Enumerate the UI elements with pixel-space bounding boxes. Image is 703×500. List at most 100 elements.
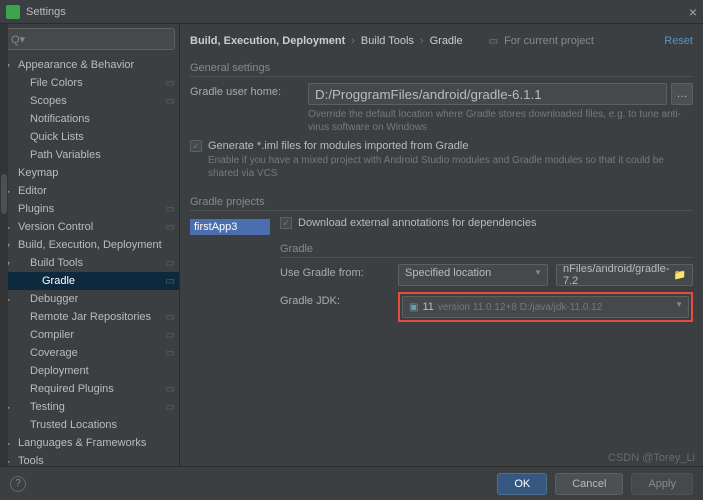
scope-icon: ▭ — [166, 312, 175, 323]
crumb-gradle[interactable]: Gradle — [430, 35, 463, 47]
tree-item-required-plugins[interactable]: Required Plugins ▭ — [0, 380, 179, 398]
sidebar: Q▾ Appearance & BehaviorFile Colors▭Scop… — [0, 24, 180, 476]
tree-item-trusted-locations[interactable]: Trusted Locations — [0, 416, 179, 434]
tree-item-path-variables[interactable]: Path Variables — [0, 146, 179, 164]
close-icon[interactable]: × — [689, 4, 697, 20]
download-annotations-label: Download external annotations for depend… — [298, 217, 537, 229]
search-input[interactable]: Q▾ — [4, 28, 175, 50]
project-item[interactable]: firstApp3 — [190, 219, 270, 235]
reset-link[interactable]: Reset — [664, 35, 693, 47]
tree-item-label: Required Plugins — [30, 383, 114, 395]
scope-label: For current project — [504, 35, 594, 47]
chevron-right-icon: › — [420, 35, 424, 47]
chevron-down-icon: ▼ — [534, 268, 542, 277]
outer-scrollbar[interactable] — [0, 24, 8, 500]
tree-item-appearance-behavior[interactable]: Appearance & Behavior — [0, 56, 179, 74]
iml-help-text: Enable if you have a mixed project with … — [208, 154, 693, 180]
scope-icon: ▭ — [166, 222, 175, 233]
jdk-label: Gradle JDK: — [280, 292, 390, 307]
tree-item-build-tools[interactable]: Build Tools ▭ — [0, 254, 179, 272]
tree-item-testing[interactable]: Testing▭ — [0, 398, 179, 416]
tree-item-label: File Colors — [30, 77, 83, 89]
tree-item-label: Testing — [30, 401, 65, 413]
tree-item-compiler[interactable]: Compiler ▭ — [0, 326, 179, 344]
tree-item-gradle[interactable]: Gradle ▭ — [0, 272, 179, 290]
tree-item-version-control[interactable]: Version Control ▭ — [0, 218, 179, 236]
tree-item-label: Keymap — [18, 167, 58, 179]
scope-icon: ▭ — [166, 258, 175, 269]
sdk-icon: ▣ — [409, 302, 418, 313]
tree-item-label: Coverage — [30, 347, 78, 359]
projects-list[interactable]: firstApp3 — [190, 217, 270, 328]
window-title: Settings — [26, 6, 66, 18]
tree-item-debugger[interactable]: Debugger — [0, 290, 179, 308]
scope-icon: ▭ — [166, 384, 175, 395]
tree-item-languages-frameworks[interactable]: Languages & Frameworks — [0, 434, 179, 452]
app-icon — [6, 5, 20, 19]
tree-item-deployment[interactable]: Deployment — [0, 362, 179, 380]
projects-section-title: Gradle projects — [190, 196, 693, 211]
tree-item-scopes[interactable]: Scopes▭ — [0, 92, 179, 110]
tree-item-remote-jar-repositories[interactable]: Remote Jar Repositories ▭ — [0, 308, 179, 326]
tree-item-plugins[interactable]: Plugins▭ — [0, 200, 179, 218]
footer: ? OK Cancel Apply — [0, 466, 703, 500]
tree-item-label: Build Tools — [30, 257, 83, 269]
scope-icon: ▭ — [166, 276, 175, 287]
project-icon: ▭ — [489, 36, 498, 47]
tree-item-label: Compiler — [30, 329, 74, 341]
tree-item-label: Editor — [18, 185, 47, 197]
tree-item-label: Trusted Locations — [30, 419, 117, 431]
home-label: Gradle user home: — [190, 83, 300, 98]
tree-item-label: Version Control — [18, 221, 93, 233]
tree-item-label: Remote Jar Repositories — [30, 311, 151, 323]
breadcrumb: Build, Execution, Deployment › Build Too… — [190, 30, 693, 52]
general-section-title: General settings — [190, 62, 693, 77]
tree-item-build-execution-deployment[interactable]: Build, Execution, Deployment — [0, 236, 179, 254]
tree-item-label: Notifications — [30, 113, 90, 125]
tree-item-notifications[interactable]: Notifications — [0, 110, 179, 128]
tree-item-label: Path Variables — [30, 149, 101, 161]
scope-icon: ▭ — [166, 348, 175, 359]
iml-checkbox[interactable] — [190, 140, 202, 152]
tree-item-label: Scopes — [30, 95, 67, 107]
gradle-home-input[interactable] — [308, 83, 667, 105]
tree-item-label: Gradle — [42, 275, 75, 287]
tree-item-label: Quick Lists — [30, 131, 84, 143]
tree-item-quick-lists[interactable]: Quick Lists — [0, 128, 179, 146]
apply-button[interactable]: Apply — [631, 473, 693, 495]
browse-button[interactable]: … — [671, 83, 693, 105]
help-icon[interactable]: ? — [10, 476, 26, 492]
search-placeholder: Q▾ — [11, 33, 25, 46]
tree-item-keymap[interactable]: Keymap — [0, 164, 179, 182]
tree-item-label: Build, Execution, Deployment — [18, 239, 162, 251]
gradle-jdk-select[interactable]: ▣ 11 version 11.0.12+8 D:/java/jdk-11.0.… — [402, 296, 689, 318]
chevron-down-icon: ▼ — [675, 300, 683, 309]
home-help-text: Override the default location where Grad… — [308, 108, 693, 134]
jdk-highlight-box: ▣ 11 version 11.0.12+8 D:/java/jdk-11.0.… — [398, 292, 693, 322]
ok-button[interactable]: OK — [497, 473, 547, 495]
gradle-from-select[interactable]: Specified location — [398, 264, 548, 286]
content-panel: Build, Execution, Deployment › Build Too… — [180, 24, 703, 476]
scope-icon: ▭ — [166, 204, 175, 215]
watermark: CSDN @Torey_Li — [608, 452, 695, 464]
titlebar: Settings × — [0, 0, 703, 24]
tree-item-label: Debugger — [30, 293, 78, 305]
crumb-tools[interactable]: Build Tools — [361, 35, 414, 47]
folder-icon[interactable]: 📁 — [674, 270, 686, 281]
scroll-thumb[interactable] — [1, 174, 7, 214]
crumb-root[interactable]: Build, Execution, Deployment — [190, 35, 345, 47]
tree-item-coverage[interactable]: Coverage ▭ — [0, 344, 179, 362]
tree-item-file-colors[interactable]: File Colors▭ — [0, 74, 179, 92]
gradle-path-input[interactable]: nFiles/android/gradle-7.2 📁 — [556, 264, 693, 286]
scope-icon: ▭ — [166, 330, 175, 341]
iml-label: Generate *.iml files for modules importe… — [208, 140, 468, 152]
settings-tree: Appearance & BehaviorFile Colors▭Scopes▭… — [0, 54, 179, 476]
from-label: Use Gradle from: — [280, 264, 390, 279]
gradle-subsection-title: Gradle — [280, 243, 693, 258]
download-annotations-checkbox[interactable] — [280, 217, 292, 229]
tree-item-label: Deployment — [30, 365, 89, 377]
tree-item-editor[interactable]: Editor — [0, 182, 179, 200]
chevron-right-icon: › — [351, 35, 355, 47]
tree-item-label: Appearance & Behavior — [18, 59, 134, 71]
cancel-button[interactable]: Cancel — [555, 473, 623, 495]
